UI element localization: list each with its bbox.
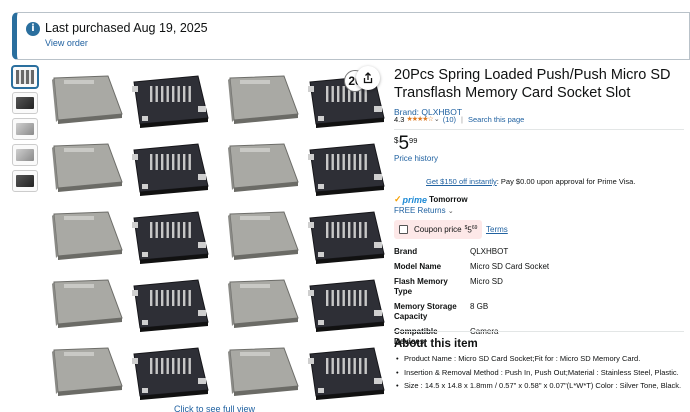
detail-key: Memory Storage Capacity [394, 302, 457, 321]
promo-detail: : Pay $0.00 upon approval for Prime Visa… [496, 177, 636, 186]
divider [394, 331, 684, 332]
detail-value: 8 GB [470, 302, 489, 311]
thumbnail-5[interactable] [12, 170, 38, 192]
thumbnail-strip [12, 66, 40, 196]
list-item: Size : 14.5 x 14.8 x 1.8mm / 0.57" x 0.5… [394, 381, 684, 392]
table-row: Model Name Micro SD Card Socket [394, 262, 684, 277]
thumbnail-image [16, 70, 34, 84]
black-socket-image [128, 66, 216, 130]
table-row: Brand QLXHBOT [394, 247, 684, 262]
product-photo-grid [40, 66, 386, 406]
share-icon[interactable] [356, 66, 380, 90]
product-info: 20Pcs Spring Loaded Push/Push Micro SD T… [394, 66, 684, 391]
price: $ 5 99 [394, 134, 417, 154]
metal-socket-image [216, 66, 304, 130]
metal-socket-image [216, 134, 304, 198]
coupon-label: Coupon price [414, 225, 462, 234]
list-item: Product Name : Micro SD Card Socket;Fit … [394, 354, 684, 365]
metal-socket-image [216, 338, 304, 402]
prime-logo: prime [402, 194, 428, 205]
full-view-link[interactable]: Click to see full view [174, 404, 255, 412]
thumbnail-4[interactable] [12, 144, 38, 166]
black-socket-image [128, 202, 216, 266]
table-row: Flash Memory Type Micro SD [394, 277, 684, 302]
thumbnail-image [16, 149, 34, 161]
banner-title: Last purchased Aug 19, 2025 [45, 21, 208, 35]
rating-row: 4.3 ★★★★☆ ⌄ (10) | Search this page [394, 114, 524, 124]
black-socket-image [128, 134, 216, 198]
divider [394, 129, 684, 130]
metal-socket-image [40, 338, 128, 402]
price-history-link[interactable]: Price history [394, 154, 438, 163]
delivery-day: Tomorrow [429, 195, 468, 204]
list-item: Insertion & Removal Method : Push In, Pu… [394, 368, 684, 379]
about-heading: About this item [394, 338, 478, 350]
star-rating-icon[interactable]: ★★★★☆ [406, 115, 433, 123]
metal-socket-image [40, 202, 128, 266]
thumbnail-1[interactable] [12, 66, 38, 88]
ratings-count-link[interactable]: (10) [443, 115, 456, 124]
detail-key: Model Name [394, 262, 442, 271]
price-whole: 5 [398, 133, 410, 154]
metal-socket-image [40, 270, 128, 334]
promo-text: Get $150 off instantly: Pay $0.00 upon a… [426, 177, 635, 186]
product-title: 20Pcs Spring Loaded Push/Push Micro SD T… [394, 67, 671, 101]
chevron-down-icon: ⌄ [447, 208, 454, 215]
about-list: Product Name : Micro SD Card Socket;Fit … [394, 354, 684, 395]
price-fraction: 99 [409, 136, 418, 145]
thumbnail-image [16, 175, 34, 187]
detail-key: Flash Memory Type [394, 277, 448, 296]
search-this-page-link[interactable]: Search this page [468, 115, 524, 124]
coupon-fraction: 69 [471, 224, 478, 231]
metal-socket-image [216, 202, 304, 266]
thumbnail-3[interactable] [12, 118, 38, 140]
metal-socket-image [40, 66, 128, 130]
detail-value: Micro SD [470, 277, 503, 286]
black-socket-image [304, 270, 392, 334]
coupon-price: $569 [465, 225, 478, 235]
black-socket-image [304, 338, 392, 402]
product-details-table: Brand QLXHBOT Model Name Micro SD Card Soc… [394, 247, 684, 352]
main-product-image[interactable]: 20 [40, 66, 386, 406]
black-socket-image [304, 202, 392, 266]
prime-check-icon: ✓ [394, 194, 402, 204]
metal-socket-image [216, 270, 304, 334]
detail-key: Brand [394, 247, 418, 256]
thumbnail-image [16, 97, 34, 109]
last-purchased-banner [12, 12, 690, 60]
detail-value: Micro SD Card Socket [470, 262, 550, 271]
terms-link[interactable]: Terms [486, 225, 508, 234]
coupon-checkbox[interactable] [399, 225, 408, 234]
free-returns-label: FREE Returns [394, 206, 446, 215]
black-socket-image [304, 134, 392, 198]
black-socket-image [128, 270, 216, 334]
detail-value: QLXHBOT [470, 247, 509, 256]
rating-value: 4.3 [394, 114, 405, 124]
chevron-down-icon[interactable]: ⌄ [434, 115, 440, 123]
free-returns-link[interactable]: FREE Returns ⌄ [394, 206, 454, 215]
table-row: Memory Storage Capacity 8 GB [394, 302, 684, 327]
metal-socket-image [40, 134, 128, 198]
info-icon: i [26, 22, 40, 36]
promo-link[interactable]: Get $150 off instantly [426, 177, 497, 186]
coupon-box: Coupon price $569 [394, 220, 483, 239]
prime-delivery: ✓ prime Tomorrow [394, 194, 468, 205]
black-socket-image [128, 338, 216, 402]
view-order-link[interactable]: View order [45, 38, 88, 48]
thumbnail-image [16, 123, 34, 135]
thumbnail-2[interactable] [12, 92, 38, 114]
divider: | [461, 114, 463, 124]
